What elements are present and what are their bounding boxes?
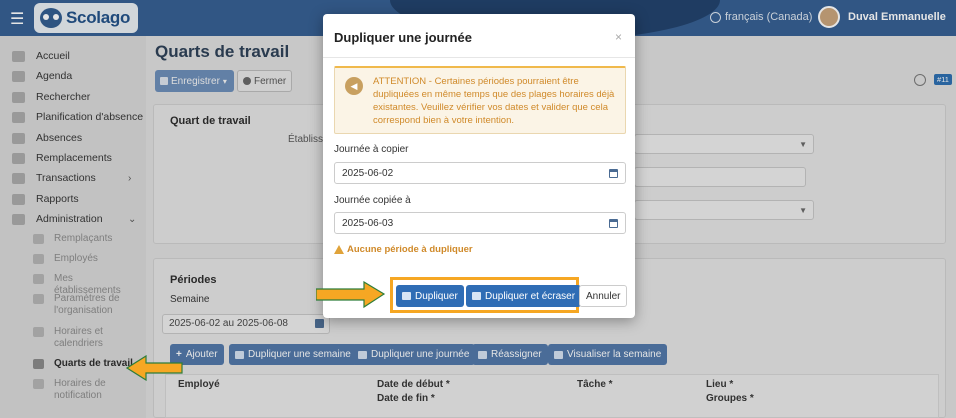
arrow-right-icon bbox=[316, 281, 386, 309]
arrow-left-icon bbox=[126, 355, 183, 381]
calendar-icon[interactable] bbox=[609, 169, 618, 178]
warning-alert: ◀ ATTENTION - Certaines périodes pourrai… bbox=[334, 66, 626, 134]
megaphone-icon: ◀ bbox=[345, 77, 363, 95]
duplicate-day-modal: Dupliquer une journée × ◀ ATTENTION - Ce… bbox=[323, 14, 635, 318]
copy-day-input[interactable] bbox=[334, 162, 626, 184]
cancel-button[interactable]: Annuler bbox=[579, 285, 628, 307]
calendar-icon bbox=[402, 292, 411, 300]
calendar-icon[interactable] bbox=[609, 219, 618, 228]
duplicate-button[interactable]: Dupliquer bbox=[396, 285, 464, 307]
no-period-warning: Aucune période à dupliquer bbox=[334, 244, 473, 255]
close-icon[interactable]: × bbox=[615, 30, 622, 44]
copy-day-label: Journée à copier bbox=[334, 144, 409, 155]
calendar-icon bbox=[472, 292, 481, 300]
alert-text: ATTENTION - Certaines périodes pourraien… bbox=[373, 76, 615, 126]
warning-icon bbox=[334, 245, 344, 254]
modal-title: Dupliquer une journée bbox=[334, 30, 472, 45]
target-day-input[interactable] bbox=[334, 212, 626, 234]
target-day-label: Journée copiée à bbox=[334, 195, 411, 206]
duplicate-overwrite-button[interactable]: Dupliquer et écraser bbox=[466, 285, 582, 307]
modal-divider bbox=[323, 57, 635, 58]
